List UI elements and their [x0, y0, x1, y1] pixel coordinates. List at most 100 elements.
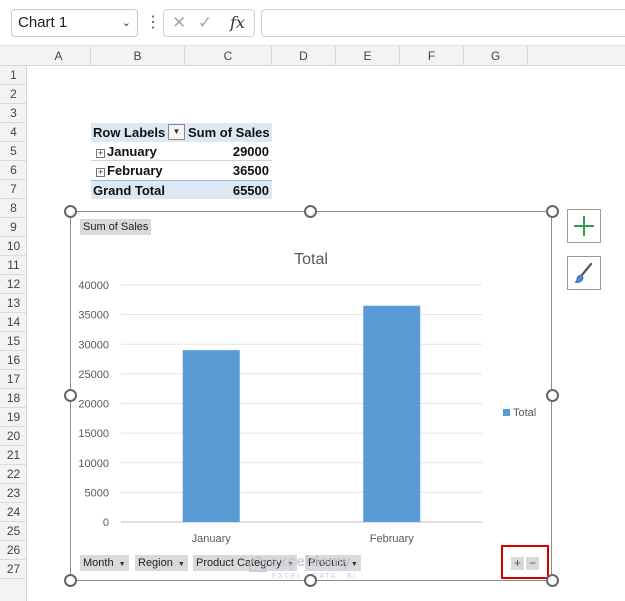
bar-january [182, 350, 240, 522]
resize-handle-right[interactable] [546, 389, 559, 402]
row-header-27[interactable]: 27 [0, 560, 27, 579]
resize-handle-bottom-right[interactable] [546, 574, 559, 587]
column-header-e[interactable]: E [336, 46, 400, 66]
bar-february [363, 305, 421, 522]
row-header-2[interactable]: 2 [0, 85, 27, 104]
x-tick-label: January [192, 533, 232, 545]
resize-handle-bottom-left[interactable] [64, 574, 77, 587]
filter-dropdown-icon[interactable]: ▼ [168, 124, 185, 140]
row-header-6[interactable]: 6 [0, 161, 27, 180]
row-header-11[interactable]: 11 [0, 256, 27, 275]
resize-handle-top-left[interactable] [64, 205, 77, 218]
name-box[interactable]: Chart 1 ⌄ [11, 9, 138, 37]
row-header-25[interactable]: 25 [0, 522, 27, 541]
row-header-bar: 1 2 3 4 5 6 7 8 9 10 11 12 13 14 15 16 17 18 19 20 21 22 23 24 2… [0, 66, 27, 601]
row-header-23[interactable]: 23 [0, 484, 27, 503]
formula-actions: ✕ ✓ fx [163, 9, 255, 37]
pivot-row-labels-text: Row Labels [93, 125, 166, 140]
chevron-down-icon[interactable]: ⌄ [122, 10, 131, 36]
pivot-grand-total-label[interactable]: Grand Total [91, 180, 185, 199]
pivot-row-label: February [107, 163, 163, 178]
enter-icon[interactable]: ✓ [198, 10, 212, 36]
pivot-value-february[interactable]: 36500 [185, 161, 272, 180]
row-header-5[interactable]: 5 [0, 142, 27, 161]
chart-styles-button[interactable] [567, 256, 601, 290]
column-header-d[interactable]: D [272, 46, 336, 66]
collapse-field-button[interactable]: − [526, 557, 539, 570]
plus-icon [574, 216, 594, 236]
pivot-chart[interactable]: Total 0 5000 10000 15000 20000 25000 30000 35000… [70, 211, 552, 581]
column-header-g[interactable]: G [464, 46, 528, 66]
row-header-8[interactable]: 8 [0, 199, 27, 218]
resize-handle-bottom[interactable] [304, 574, 317, 587]
expand-field-button[interactable]: + [511, 557, 524, 570]
column-header-bar: A B C D E F G [0, 46, 625, 66]
paintbrush-icon [574, 262, 593, 283]
chart-plot: Total 0 5000 10000 15000 20000 25000 30000 35000… [78, 251, 536, 545]
y-tick-label: 0 [103, 517, 109, 529]
row-header-16[interactable]: 16 [0, 351, 27, 370]
watermark-title: exceldemy [270, 553, 352, 570]
y-tick-label: 5000 [85, 487, 109, 499]
chart-elements-button[interactable] [567, 209, 601, 243]
y-tick-label: 25000 [78, 369, 109, 381]
row-header-22[interactable]: 22 [0, 465, 27, 484]
formula-input[interactable] [261, 9, 625, 37]
value-field-button[interactable]: Sum of Sales [80, 219, 152, 235]
row-header-14[interactable]: 14 [0, 313, 27, 332]
pivot-grand-total-value[interactable]: 65500 [185, 180, 272, 199]
row-header-9[interactable]: 9 [0, 218, 27, 237]
formula-bar: Chart 1 ⌄ ⋮ ✕ ✓ fx [0, 0, 625, 46]
row-header-1[interactable]: 1 [0, 66, 27, 85]
field-button-month[interactable]: Month ▼ [80, 555, 129, 571]
row-header-17[interactable]: 17 [0, 370, 27, 389]
row-header-15[interactable]: 15 [0, 332, 27, 351]
row-header-26[interactable]: 26 [0, 541, 27, 560]
cancel-icon[interactable]: ✕ [172, 10, 186, 36]
column-header-b[interactable]: B [91, 46, 185, 66]
row-header-10[interactable]: 10 [0, 237, 27, 256]
column-header-a[interactable]: A [27, 46, 91, 66]
column-header-f[interactable]: F [400, 46, 464, 66]
pivot-row-january[interactable]: + January [91, 142, 185, 161]
legend-swatch [503, 409, 510, 416]
row-header-12[interactable]: 12 [0, 275, 27, 294]
y-tick-label: 40000 [78, 280, 109, 292]
resize-handle-top[interactable] [304, 205, 317, 218]
dropdown-arrow-icon[interactable]: ▼ [178, 561, 185, 568]
pivot-row-label: January [107, 144, 157, 159]
y-tick-label: 20000 [78, 399, 109, 411]
pivot-value-header[interactable]: Sum of Sales [185, 123, 272, 142]
field-button-region[interactable]: Region ▼ [135, 555, 188, 571]
row-header-19[interactable]: 19 [0, 408, 27, 427]
y-tick-label: 35000 [78, 310, 109, 322]
watermark-icon [249, 555, 267, 572]
y-tick-label: 10000 [78, 458, 109, 470]
field-button-label: Region [138, 557, 173, 569]
y-tick-label: 30000 [78, 339, 109, 351]
insert-function-icon[interactable]: fx [230, 10, 245, 36]
row-header-24[interactable]: 24 [0, 503, 27, 522]
row-header-4[interactable]: 4 [0, 123, 27, 142]
resize-handle-left[interactable] [64, 389, 77, 402]
resize-handle-top-right[interactable] [546, 205, 559, 218]
column-header-c[interactable]: C [185, 46, 272, 66]
row-header-13[interactable]: 13 [0, 294, 27, 313]
pivot-row-february[interactable]: + February [91, 161, 185, 180]
expand-icon[interactable]: + [96, 168, 105, 177]
row-header-18[interactable]: 18 [0, 389, 27, 408]
column-header-blank [528, 46, 625, 66]
dropdown-arrow-icon[interactable]: ▼ [119, 561, 126, 568]
dropdown-arrow-icon[interactable]: ▼ [351, 561, 358, 568]
pivot-value-january[interactable]: 29000 [185, 142, 272, 161]
legend-label: Total [513, 407, 536, 419]
row-header-7[interactable]: 7 [0, 180, 27, 199]
row-header-21[interactable]: 21 [0, 446, 27, 465]
y-tick-label: 15000 [78, 428, 109, 440]
row-header-3[interactable]: 3 [0, 104, 27, 123]
more-options-icon[interactable]: ⋮ [145, 12, 161, 34]
row-header-20[interactable]: 20 [0, 427, 27, 446]
name-box-value: Chart 1 [18, 14, 68, 31]
chart-title: Total [294, 251, 328, 268]
expand-icon[interactable]: + [96, 149, 105, 158]
